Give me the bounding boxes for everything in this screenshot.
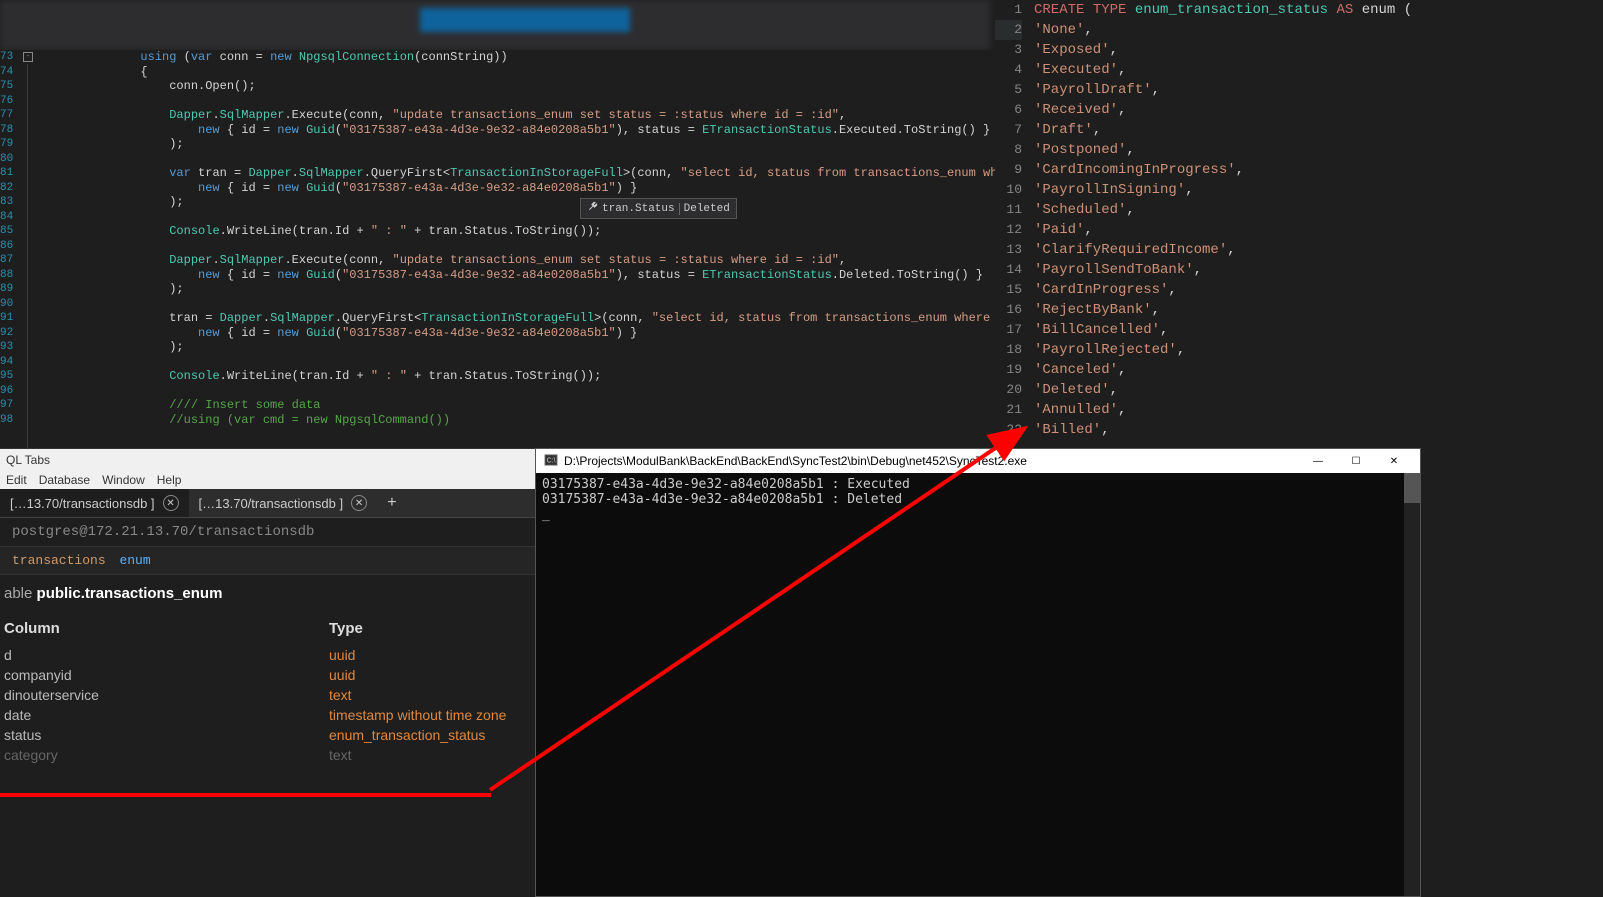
column-name: date (4, 705, 329, 725)
debug-tooltip: tran.Status Deleted (580, 198, 737, 219)
tab-connection-1[interactable]: […13.70/transactionsdb ] ✕ (0, 489, 189, 517)
connection-address[interactable]: postgres@172.21.13.70/transactionsdb (0, 518, 535, 547)
column-name: dinouterservice (4, 685, 329, 705)
columns-grid: ColumnTypeduuidcompanyiduuiddinouterserv… (4, 620, 531, 765)
table-details: able public.transactions_enum ColumnType… (0, 575, 535, 775)
column-type: uuid (329, 645, 531, 665)
close-icon[interactable]: ✕ (351, 495, 367, 511)
tab-label: […13.70/transactionsdb ] (199, 496, 344, 511)
column-type: text (329, 745, 531, 765)
tab-connection-2[interactable]: […13.70/transactionsdb ] ✕ (189, 489, 378, 517)
close-icon[interactable]: ✕ (163, 495, 179, 511)
sql-editor[interactable]: 12345678910111213141516171819202122 CREA… (995, 0, 1603, 445)
column-type: timestamp without time zone (329, 705, 531, 725)
window-title: QL Tabs (0, 449, 535, 471)
type-header: Type (329, 620, 531, 637)
menu-item-database[interactable]: Database (39, 473, 90, 487)
line-gutter: 12345678910111213141516171819202122 (995, 0, 1030, 445)
line-gutter: 7374757677787980818283848586878889909192… (0, 50, 21, 450)
tooltip-value: Deleted (684, 203, 730, 215)
code-area[interactable]: using (var conn = new NpgsqlConnection(c… (21, 50, 1098, 450)
menu-item-window[interactable]: Window (102, 473, 145, 487)
cursor: _ (542, 507, 1414, 522)
column-name: category (4, 745, 329, 765)
tab-label: […13.70/transactionsdb ] (10, 496, 155, 511)
blurred-tab-strip (0, 0, 990, 50)
menu-item-edit[interactable]: Edit (6, 473, 27, 487)
csharp-editor[interactable]: 7374757677787980818283848586878889909192… (0, 50, 990, 450)
column-type: text (329, 685, 531, 705)
annotation-underline (0, 793, 491, 797)
column-name: companyid (4, 665, 329, 685)
console-line: 03175387-e43a-4d3e-9e32-a84e0208a5b1 : D… (542, 492, 1414, 507)
tab-strip: […13.70/transactionsdb ] ✕ […13.70/trans… (0, 489, 535, 518)
console-window: C:\ D:\Projects\ModulBank\BackEnd\BackEn… (535, 448, 1421, 897)
breadcrumb[interactable]: transactions enum (0, 547, 535, 575)
scrollbar-thumb[interactable] (1404, 473, 1420, 503)
column-type: uuid (329, 665, 531, 685)
menu-bar: Edit Database Window Help (0, 471, 535, 489)
close-button[interactable]: ✕ (1376, 451, 1412, 471)
column-name: d (4, 645, 329, 665)
console-output[interactable]: 03175387-e43a-4d3e-9e32-a84e0208a5b1 : E… (536, 473, 1420, 896)
crumb-object: enum (119, 553, 150, 568)
cmd-icon: C:\ (544, 453, 558, 470)
console-title: D:\Projects\ModulBank\BackEnd\BackEnd\Sy… (564, 454, 1027, 468)
code-area[interactable]: CREATE TYPE enum_transaction_status AS e… (1030, 0, 1603, 445)
column-name: status (4, 725, 329, 745)
menu-item-help[interactable]: Help (157, 473, 182, 487)
column-header: Column (4, 620, 329, 637)
scrollbar[interactable] (1404, 473, 1420, 896)
maximize-button[interactable]: ☐ (1338, 451, 1374, 471)
add-tab-button[interactable]: + (377, 494, 407, 512)
wrench-icon (587, 201, 598, 216)
crumb-schema: transactions (12, 553, 106, 568)
svg-text:C:\: C:\ (547, 457, 556, 464)
table-heading: able public.transactions_enum (4, 585, 531, 602)
column-type: enum_transaction_status (329, 725, 531, 745)
qltabs-window: QL Tabs Edit Database Window Help […13.70/t… (0, 448, 535, 897)
minimize-button[interactable]: — (1300, 451, 1336, 471)
tooltip-field: tran.Status (602, 203, 675, 215)
console-titlebar[interactable]: C:\ D:\Projects\ModulBank\BackEnd\BackEn… (536, 449, 1420, 473)
console-line: 03175387-e43a-4d3e-9e32-a84e0208a5b1 : E… (542, 477, 1414, 492)
